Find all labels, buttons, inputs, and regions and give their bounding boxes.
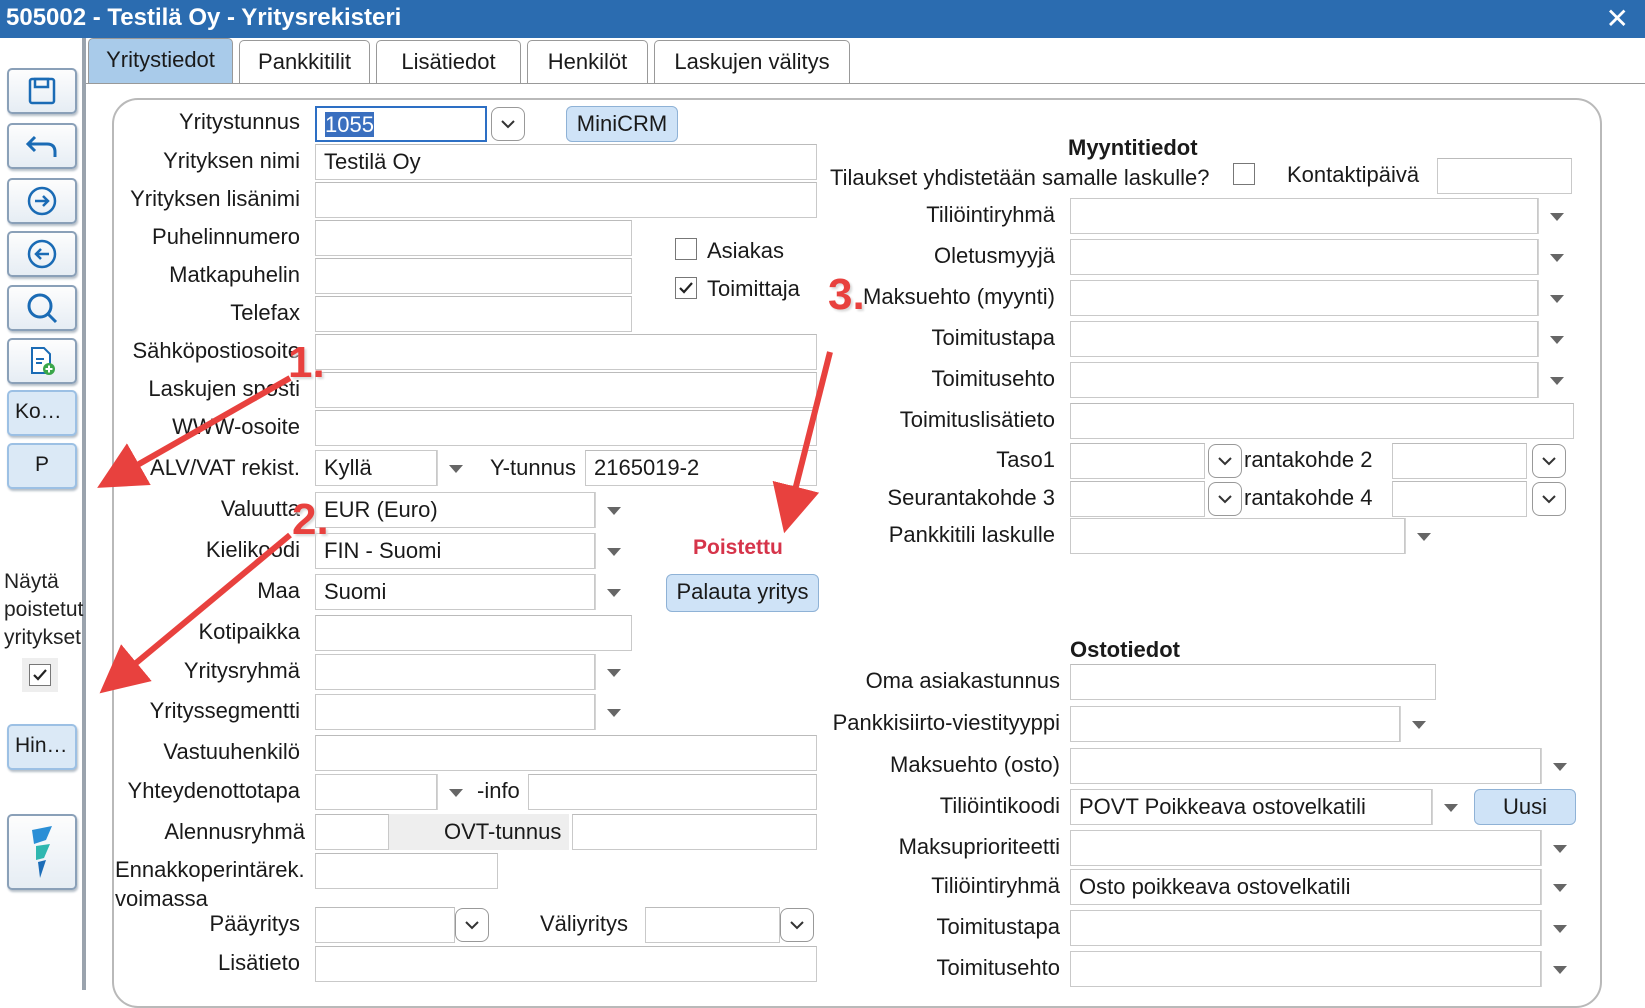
arrow-1 (97, 375, 292, 488)
annotation-2: 2. (292, 495, 329, 544)
arrow-3 (772, 351, 833, 534)
annotation-1: 1. (288, 338, 325, 387)
arrow-2 (99, 532, 292, 694)
annotation-arrows (97, 351, 833, 694)
annotation-3: 3. (828, 270, 865, 319)
